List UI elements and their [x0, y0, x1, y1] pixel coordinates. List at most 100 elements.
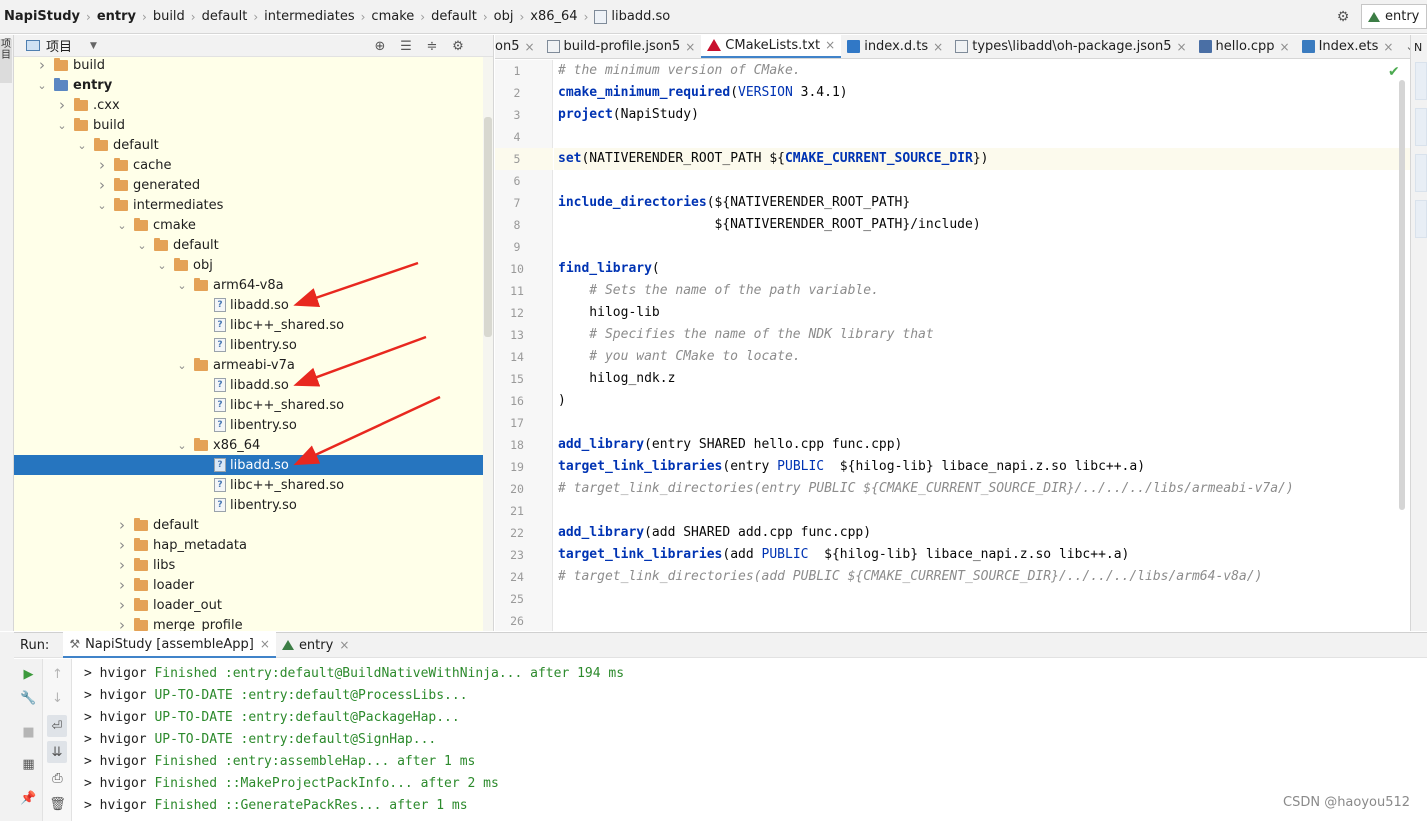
locate-icon[interactable]: ⊕ — [367, 37, 393, 55]
project-panel-title[interactable]: 项目 — [46, 36, 72, 55]
close-icon[interactable]: × — [339, 638, 349, 652]
chevron-down-icon[interactable]: ⌄ — [136, 239, 148, 252]
tree-file-item[interactable]: ›?libentry.so — [14, 495, 484, 515]
tree-file-item[interactable]: ›?libentry.so — [14, 335, 484, 355]
chevron-down-icon[interactable]: ⌄ — [36, 79, 48, 92]
chevron-right-icon[interactable]: › — [96, 156, 108, 174]
tree-folder-item[interactable]: ⌄ cmake — [14, 215, 484, 235]
editor-tab[interactable]: CMakeLists.txt × — [701, 35, 842, 58]
tree-folder-item[interactable]: › generated — [14, 175, 484, 195]
chevron-down-icon[interactable]: ⌄ — [96, 199, 108, 212]
tree-file-item[interactable]: ›?libc++_shared.so — [14, 475, 484, 495]
code-editor[interactable]: # the minimum version of CMake. cmake_min… — [554, 60, 1410, 631]
chevron-right-icon[interactable]: › — [116, 516, 128, 534]
collapse-all-icon[interactable]: ≑ — [419, 37, 445, 55]
chevron-right-icon[interactable]: › — [116, 616, 128, 631]
chevron-down-icon[interactable]: ⌄ — [176, 439, 188, 452]
run-tab-assemble[interactable]: ⚒ NapiStudy [assembleApp] × — [63, 632, 276, 658]
chevron-down-icon[interactable]: ⌄ — [116, 219, 128, 232]
tree-file-item[interactable]: ›?libc++_shared.so — [14, 315, 484, 335]
tree-folder-item[interactable]: ⌄ build — [14, 115, 484, 135]
tree-folder-item[interactable]: ⌄ obj — [14, 255, 484, 275]
chevron-down-icon[interactable]: ⌄ — [156, 259, 168, 272]
project-scrollbar[interactable] — [483, 57, 493, 631]
chevron-right-icon[interactable]: › — [56, 96, 68, 114]
editor-scrollbar[interactable] — [1398, 80, 1406, 520]
right-strip-tab[interactable] — [1415, 108, 1427, 146]
chevron-right-icon[interactable]: › — [116, 596, 128, 614]
chevron-down-icon[interactable]: ⌄ — [176, 359, 188, 372]
gear-icon[interactable]: ⚙ — [445, 37, 471, 55]
run-tab-entry[interactable]: entry × — [276, 632, 355, 658]
scrollbar-thumb[interactable] — [1399, 80, 1405, 510]
right-strip-tab[interactable] — [1415, 154, 1427, 192]
close-icon[interactable]: × — [1176, 40, 1186, 54]
tree-folder-item[interactable]: ⌄ x86_64 — [14, 435, 484, 455]
scroll-to-end-icon[interactable]: ⇊ — [47, 741, 67, 763]
right-strip-tab[interactable] — [1415, 62, 1427, 100]
arrow-down-icon[interactable]: ↓ — [43, 687, 72, 709]
pin-icon[interactable]: 📌 — [14, 787, 43, 809]
editor-tab[interactable]: index.d.ts × — [841, 35, 949, 58]
stop-icon[interactable]: ■ — [14, 721, 43, 743]
expand-all-icon[interactable]: ☰ — [393, 37, 419, 55]
breadcrumb-item[interactable]: libadd.so — [611, 9, 670, 24]
layout-icon[interactable]: ▦ — [14, 753, 43, 775]
breadcrumb-item[interactable]: NapiStudy — [4, 9, 80, 24]
run-config-selector[interactable]: entry — [1361, 4, 1427, 29]
trash-icon[interactable]: 🗑 — [43, 793, 72, 815]
chevron-down-icon[interactable]: ⌄ — [176, 279, 188, 292]
chevron-right-icon[interactable]: › — [116, 576, 128, 594]
editor-tab[interactable]: types\libadd\oh-package.json5 × — [949, 35, 1192, 58]
right-strip-label[interactable]: N — [1414, 41, 1427, 54]
soft-wrap-icon[interactable]: ⏎ — [47, 715, 67, 737]
tree-folder-item[interactable]: › loader_out — [14, 595, 484, 615]
tree-file-item[interactable]: ›?libadd.so — [14, 375, 484, 395]
chevron-right-icon[interactable]: › — [116, 536, 128, 554]
chevron-down-icon[interactable]: ▼ — [90, 41, 97, 51]
editor-tab[interactable]: Index.ets × — [1296, 35, 1400, 58]
arrow-up-icon[interactable]: ↑ — [43, 663, 72, 685]
tree-folder-item[interactable]: › cache — [14, 155, 484, 175]
tree-folder-item[interactable]: ⌄ intermediates — [14, 195, 484, 215]
tree-folder-item[interactable]: ⌄ arm64-v8a — [14, 275, 484, 295]
tree-folder-item[interactable]: › default — [14, 515, 484, 535]
editor-tab[interactable]: on5 × — [495, 35, 541, 58]
right-strip-tab[interactable] — [1415, 200, 1427, 238]
breadcrumb-item[interactable]: default — [202, 9, 248, 24]
tree-folder-item[interactable]: › build — [14, 55, 484, 75]
breadcrumb-item[interactable]: obj — [494, 9, 514, 24]
tree-folder-item[interactable]: ⌄ default — [14, 235, 484, 255]
tree-folder-item[interactable]: ⌄ default — [14, 135, 484, 155]
project-tool-tab[interactable]: 项目 — [0, 39, 12, 83]
tree-folder-item[interactable]: › .cxx — [14, 95, 484, 115]
tree-folder-item[interactable]: ⌄ entry — [14, 75, 484, 95]
breadcrumb-item[interactable]: cmake — [371, 9, 414, 24]
scrollbar-thumb[interactable] — [484, 117, 492, 337]
close-icon[interactable]: × — [260, 637, 270, 651]
close-icon[interactable]: × — [685, 40, 695, 54]
close-icon[interactable]: × — [933, 40, 943, 54]
tree-folder-item[interactable]: › loader — [14, 575, 484, 595]
tree-folder-item[interactable]: ⌄ armeabi-v7a — [14, 355, 484, 375]
tree-file-item[interactable]: ›?libadd.so — [14, 295, 484, 315]
close-icon[interactable]: × — [1280, 40, 1290, 54]
run-console[interactable]: > hvigor Finished :entry:default@BuildNa… — [72, 659, 1427, 821]
chevron-right-icon[interactable]: › — [116, 556, 128, 574]
chevron-down-icon[interactable]: ⌄ — [76, 139, 88, 152]
tree-folder-item[interactable]: › merge_profile — [14, 615, 484, 631]
close-icon[interactable]: × — [524, 40, 534, 54]
close-icon[interactable]: × — [1383, 40, 1393, 54]
breadcrumb-item[interactable]: build — [153, 9, 185, 24]
close-icon[interactable]: × — [825, 38, 835, 52]
breadcrumb-item[interactable]: intermediates — [264, 9, 354, 24]
chevron-down-icon[interactable]: ⌄ — [56, 119, 68, 132]
chevron-right-icon[interactable]: › — [96, 176, 108, 194]
breadcrumb-item[interactable]: default — [431, 9, 477, 24]
tree-file-item[interactable]: ›?libentry.so — [14, 415, 484, 435]
breadcrumb-item[interactable]: entry — [97, 9, 136, 24]
breadcrumb-item[interactable]: x86_64 — [530, 9, 577, 24]
chevron-right-icon[interactable]: › — [36, 56, 48, 74]
print-icon[interactable]: ⎙ — [43, 767, 72, 789]
wrench-icon[interactable]: 🔧 — [14, 687, 43, 709]
